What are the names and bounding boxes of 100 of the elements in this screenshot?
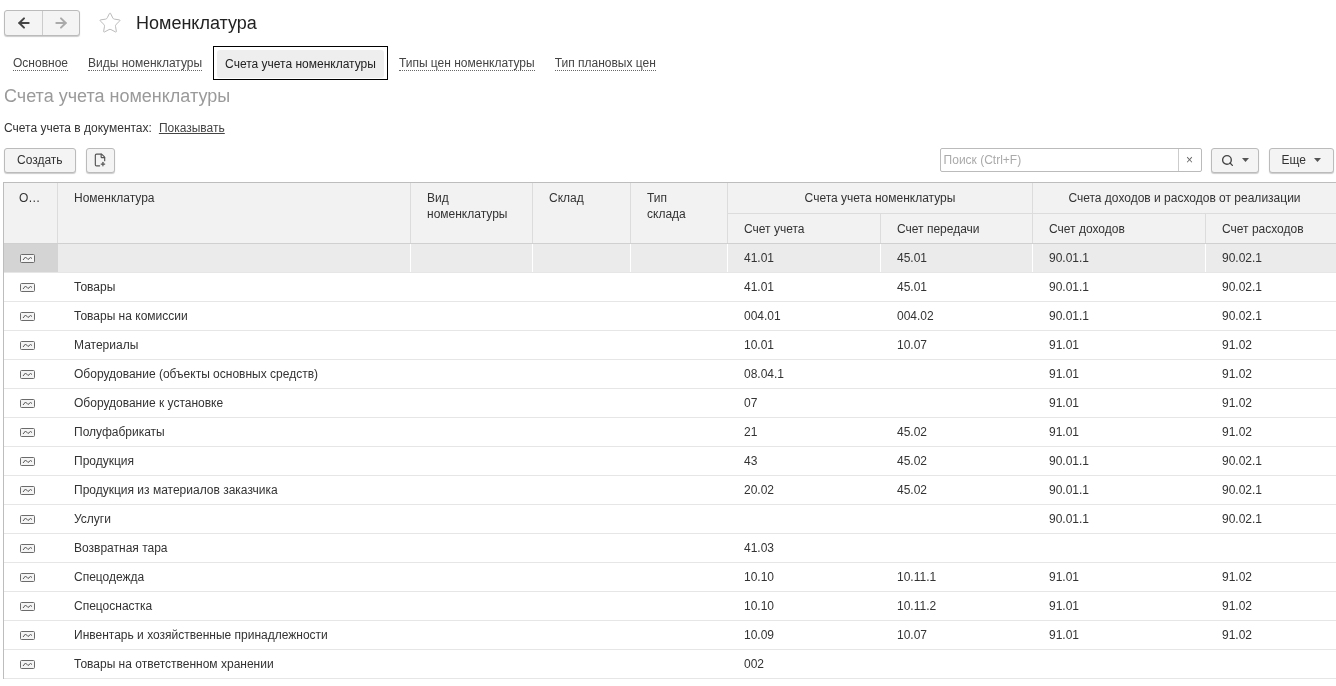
create-button[interactable]: Создать [4,147,76,173]
setting-label: Счета учета в документах: [4,120,152,137]
item-icon [20,253,35,263]
table-cell-text: 10.10 [744,598,775,615]
tab[interactable]: Счета учета номенклатуры [213,46,388,80]
table-cell-text: 91.01 [1049,337,1080,354]
tab[interactable]: Основное [3,54,78,72]
document-plus-icon [93,153,108,167]
table-cell-text: 91.02 [1222,337,1253,354]
table-cell-text: 45.01 [897,250,928,267]
table-row[interactable]: 41.01 45.01 90.01.1 90.02.1 [4,244,1336,273]
table-cell-text: 90.02.1 [1222,250,1263,267]
table-cell-text: Продукция из материалов заказчика [74,482,278,499]
search-button[interactable] [1210,147,1259,173]
table-cell-text: 91.02 [1222,424,1253,441]
item-icon [20,369,35,379]
table-cell-text: 45.02 [897,424,928,441]
item-icon [20,427,35,437]
table-cell-text: 20.02 [744,482,775,499]
table-cell-text: 91.01 [1049,569,1080,586]
table-cell-text: Услуги [74,511,111,528]
item-icon [20,572,35,582]
table-cell-text: 07 [744,395,758,412]
caret-icon [1241,158,1249,162]
table-cell-text: 90.01.1 [1049,308,1090,325]
table-cell-text: 91.02 [1222,627,1253,644]
column-header[interactable]: Номенклатура [58,183,411,243]
item-icon [20,282,35,292]
item-icon [20,398,35,408]
table-cell-text: 91.02 [1222,569,1253,586]
table-cell-text: 90.01.1 [1049,279,1090,296]
table-cell-text: 45.01 [897,279,928,296]
table-cell-text: 90.02.1 [1222,482,1263,499]
item-icon [20,485,35,495]
table-cell-text: 90.02.1 [1222,308,1263,325]
table-cell-text: 10.11.2 [897,598,937,615]
table-cell-text: Товары [74,279,116,296]
table-cell-text: 41.01 [744,250,775,267]
copy-button[interactable] [85,147,115,173]
column-header[interactable]: Тип склада [631,183,728,243]
item-icon [20,514,35,524]
table-cell-text: Продукция [74,453,135,470]
search-icon [1220,153,1234,167]
table-cell-text: 004.01 [744,308,781,325]
show-link[interactable]: Показывать [158,119,225,137]
table-cell-text: Инвентарь и хозяйственные принадлежности [74,627,328,644]
table-cell-text: 91.01 [1049,598,1080,615]
item-icon [20,601,35,611]
item-icon [20,456,35,466]
table-cell-text: 002 [744,656,765,673]
table-cell-text: 45.02 [897,482,928,499]
column-header[interactable]: О… [4,183,58,243]
table-cell-text: 91.02 [1222,395,1253,412]
table-cell-text: 08.04.1 [744,366,785,383]
table-cell-text: 10.01 [744,337,775,354]
column-header[interactable]: Счет учета [728,214,881,243]
table-cell-text: 45.02 [897,453,928,470]
column-header[interactable]: Счет доходов [1033,214,1206,243]
table-cell-text: 90.01.1 [1049,482,1090,499]
table-cell-text: Товары на комиссии [74,308,188,325]
window-title: Номенклатура [136,11,257,35]
star-icon[interactable] [98,11,122,35]
table-cell-text: Возвратная тара [74,540,168,557]
table-cell-text: 10.09 [744,627,775,644]
item-icon [20,311,35,321]
search-field[interactable]: Поиск (Ctrl+F) × [939,148,1202,172]
tab[interactable]: Тип плановых цен [544,54,666,72]
item-icon [20,543,35,553]
caret-icon [1314,158,1321,162]
table-cell-text: 91.01 [1049,366,1080,383]
forward-arrow-icon [53,15,69,31]
table-cell-text: 90.02.1 [1222,279,1263,296]
table-cell-text: 90.01.1 [1049,250,1090,267]
table-cell-text: Полуфабрикаты [74,424,165,441]
column-header[interactable]: Счет передачи [881,214,1033,243]
more-button[interactable]: Еще [1268,147,1334,173]
table-cell-text: 21 [744,424,758,441]
item-icon [20,630,35,640]
item-icon [20,340,35,350]
item-icon [20,659,35,669]
table-cell-text: 90.01.1 [1049,453,1090,470]
table-cell-text: 90.01.1 [1049,511,1090,528]
table-cell-text: 10.11.1 [897,569,937,586]
column-header[interactable]: Вид номенклатуры [411,183,533,243]
table-cell-text: 90.02.1 [1222,453,1263,470]
table-cell-text: Материалы [74,337,139,354]
table-cell-text: 41.03 [744,540,775,557]
table-cell-text: 91.01 [1049,627,1080,644]
tab[interactable]: Типы цен номенклатуры [388,54,545,72]
column-header[interactable]: Склад [533,183,631,243]
table-cell-text: 91.02 [1222,366,1253,383]
clear-button[interactable]: × [1177,149,1201,171]
table-cell-text: Спецодежда [74,569,145,586]
column-header[interactable]: Счет расходов [1206,214,1336,243]
tab[interactable]: Виды номенклатуры [78,54,213,72]
table-cell-text: 91.02 [1222,598,1253,615]
column-group-header: Счета доходов и расходов от реализации [1033,183,1336,214]
table-cell-text: 004.02 [897,308,934,325]
table-cell-text: 43 [744,453,758,470]
table-cell-text: 41.01 [744,279,775,296]
